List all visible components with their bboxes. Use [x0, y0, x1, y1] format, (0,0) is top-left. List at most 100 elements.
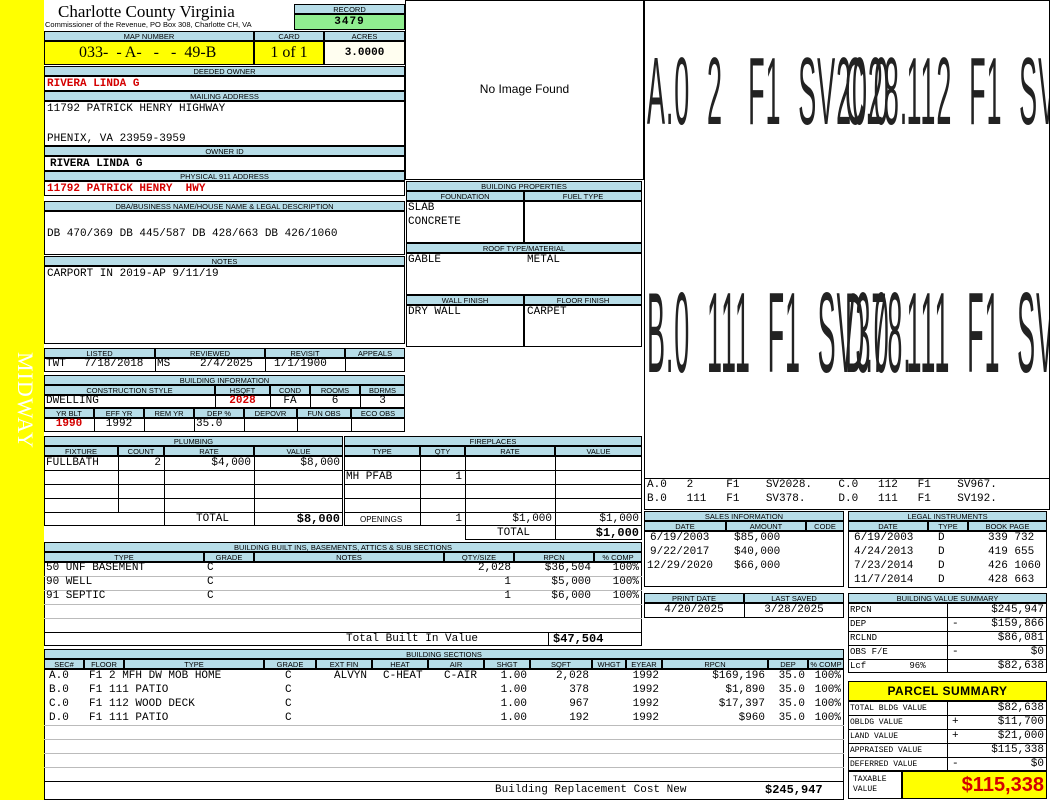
roof-label: ROOF TYPE/MATERIAL — [406, 243, 642, 253]
wall-label: WALL FINISH — [406, 295, 524, 305]
vs-4-label: Lcf 96% — [850, 661, 926, 671]
reviewed-by: MS — [157, 358, 171, 370]
record-label: RECORD — [294, 4, 405, 14]
acres-value: 3.0000 — [324, 41, 405, 65]
section-row-0-col-2: 2 MFH DW MOB HOME — [109, 670, 222, 682]
sec-h-4: EXT FIN — [316, 659, 372, 669]
sales-h-amount: AMOUNT — [726, 521, 806, 531]
appeals-label: APPEALS — [345, 348, 405, 358]
section-row-3-col-1: F1 — [89, 712, 103, 724]
legal-h-date: DATE — [848, 521, 928, 531]
sec-h-9: WHGT — [592, 659, 626, 669]
section-row-2-col-7: 1.00 — [500, 698, 527, 710]
rooms-value: 6 — [331, 395, 339, 407]
yrblt-value: 1990 — [55, 418, 83, 430]
fireplaces-openings-qty: 1 — [455, 513, 462, 525]
listed-date: 7/18/2018 — [84, 358, 144, 370]
sec-h-7: SHGT — [484, 659, 530, 669]
sale-0-amount: $85,000 — [734, 532, 781, 544]
fireplaces-type: MH PFAB — [346, 471, 393, 483]
builtin-row-1-rpcn: $5,000 — [551, 576, 591, 588]
hsqft-value: 2028 — [229, 395, 256, 407]
dba-text: DB 470/369 DB 445/587 DB 428/663 DB 426/… — [47, 228, 338, 240]
ps-0-label: TOTAL BLDG VALUE — [850, 704, 927, 713]
sec-h-3: GRADE — [264, 659, 316, 669]
fireplaces-openings-rate: $1,000 — [512, 513, 552, 525]
yrblt-label: YR BLT — [44, 408, 94, 418]
notes-label: NOTES — [44, 256, 405, 266]
section-row-3-col-12: 35.0 — [778, 712, 805, 724]
sale-0-date: 6/19/2003 — [650, 532, 710, 544]
mailing-label: MAILING ADDRESS — [44, 91, 405, 101]
plumbing-title: PLUMBING — [44, 436, 343, 446]
section-row-0-col-0: A.0 — [49, 670, 69, 682]
legal-3-book: 428 663 — [988, 574, 1035, 586]
map-number-label: MAP NUMBER — [44, 31, 254, 41]
physical-label: PHYSICAL 911 ADDRESS — [44, 171, 405, 181]
sec-h-8: SQFT — [530, 659, 592, 669]
style-value: DWELLING — [46, 395, 99, 407]
sketch-area: A.0 2 F1 SV2028. C.0 112 F1 SV967. B.0 1… — [644, 0, 1050, 510]
section-row-2-col-2: 112 WOOD DECK — [109, 698, 195, 710]
builtins-h-comp: % COMP — [594, 552, 642, 562]
section-row-1-col-2: 111 PATIO — [109, 684, 169, 696]
vs-0-label: RPCN — [850, 605, 872, 615]
legal-1-book: 419 655 — [988, 546, 1035, 558]
legal-h-type: TYPE — [928, 521, 968, 531]
builtin-row-2-qty: 1 — [504, 590, 511, 602]
fireplaces-title: FIREPLACES — [344, 436, 642, 446]
section-row-0-col-4: ALVYN — [334, 670, 368, 682]
fireplaces-total: $1,000 — [595, 526, 639, 540]
rooms-label: ROOMS — [310, 385, 360, 395]
revisit-date: 1/1/1900 — [274, 358, 327, 370]
ecoobs-label: ECO OBS — [351, 408, 405, 418]
plumbing-h-count: COUNT — [118, 446, 164, 456]
dep-label: DEP % — [194, 408, 244, 418]
section-row-2-col-11: $17,397 — [718, 698, 765, 710]
vs-1-value: $159,866 — [991, 618, 1044, 630]
builtin-row-1-comp: 100% — [612, 576, 639, 588]
foundation-1: SLAB — [408, 202, 435, 214]
sections-total: $245,947 — [765, 783, 823, 797]
ps-2-value: $21,000 — [997, 730, 1044, 742]
parcel-summary-title: PARCEL SUMMARY — [848, 681, 1047, 701]
ps-4-value: $0 — [1030, 758, 1044, 770]
sec-h-5: HEAT — [372, 659, 428, 669]
sale-1-amount: $40,000 — [734, 546, 781, 558]
sec-h-1: FLOOR — [84, 659, 124, 669]
legal-2-type: D — [938, 560, 945, 572]
commissioner-line: Commissioner of the Revenue, PO Box 308,… — [45, 20, 252, 29]
legal-1-type: D — [938, 546, 945, 558]
legal-2-date: 7/23/2014 — [854, 560, 914, 572]
county-title: Charlotte County Virginia — [58, 2, 235, 21]
reviewed-date: 2/4/2025 — [200, 358, 253, 370]
card-value: 1 of 1 — [254, 41, 324, 65]
ps-1-label: OBLDG VALUE — [850, 718, 903, 727]
sections-title: BUILDING SECTIONS — [44, 649, 844, 659]
section-row-0-col-12: 35.0 — [778, 670, 805, 682]
saved-label: LAST SAVED — [744, 593, 844, 603]
builtins-h-grade: GRADE — [204, 552, 254, 562]
section-row-0-col-1: F1 — [89, 670, 103, 682]
builtin-row-0-comp: 100% — [612, 562, 639, 574]
sec-h-0: SEC# — [44, 659, 84, 669]
remyr-label: REM YR — [144, 408, 194, 418]
section-row-0-col-6: C-AIR — [444, 670, 478, 682]
section-row-2-col-1: F1 — [89, 698, 103, 710]
legal-2-book: 426 1060 — [988, 560, 1041, 572]
builtins-title: BUILDING BUILT INS, BASEMENTS, ATTICS & … — [44, 542, 642, 552]
roof-material: METAL — [527, 254, 561, 266]
section-row-0-col-13: 100% — [814, 670, 841, 682]
fireplaces-openings-label: OPENINGS — [360, 515, 403, 524]
builtin-row-2-grade: C — [207, 590, 214, 602]
vs-2-label: RCLND — [850, 633, 878, 643]
revisit-label: REVISIT — [265, 348, 345, 358]
bldg-props-title: BUILDING PROPERTIES — [406, 181, 642, 191]
sale-1-date: 9/22/2017 — [650, 546, 710, 558]
foundation-2: CONCRETE — [408, 216, 461, 228]
section-row-1-col-3: C — [285, 684, 292, 696]
fuel-label: FUEL TYPE — [524, 191, 642, 201]
vs-1-label: DEP — [850, 619, 867, 629]
card-label: CARD — [254, 31, 324, 41]
vs-2-value: $86,081 — [997, 632, 1044, 644]
